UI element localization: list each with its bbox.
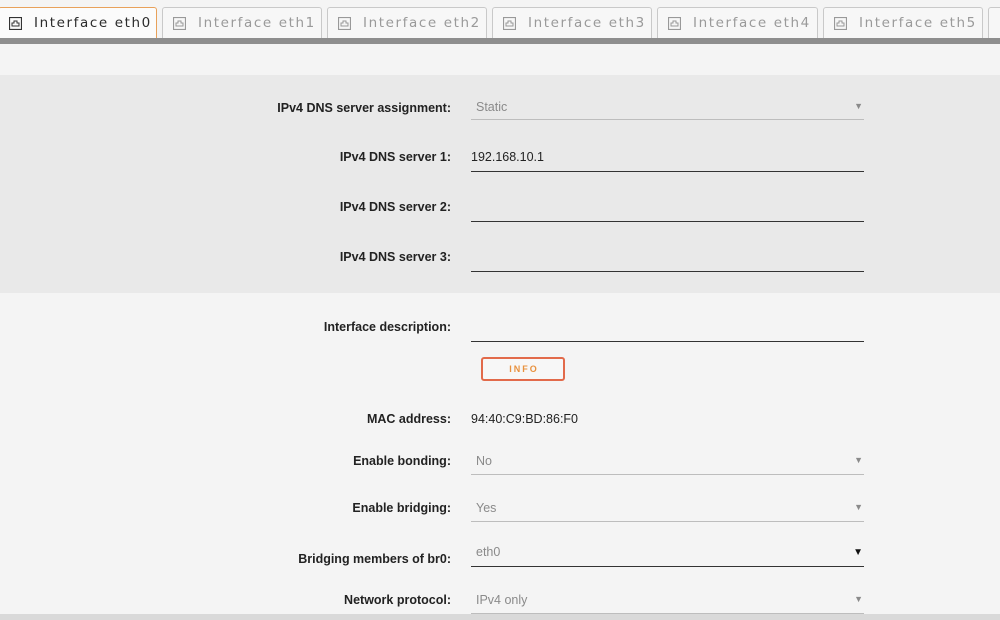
dns-assignment-label: IPv4 DNS server assignment: — [277, 101, 451, 115]
bridging-members-label: Bridging members of br0: — [298, 552, 451, 566]
ethernet-port-icon — [503, 16, 516, 30]
bridging-members-select[interactable]: eth0 ▼ — [471, 543, 864, 567]
mac-address-label: MAC address: — [366, 412, 451, 426]
tab-label: Interface eth3 — [528, 15, 646, 31]
dns-server1-label: IPv4 DNS server 1: — [339, 150, 451, 164]
enable-bridging-label: Enable bridging: — [352, 501, 451, 515]
caret-down-icon: ▼ — [854, 502, 863, 512]
caret-down-icon: ▼ — [854, 101, 863, 111]
enable-bridging-value: Yes — [476, 501, 497, 515]
caret-down-icon: ▼ — [854, 594, 863, 604]
tab-interface-eth5[interactable]: Interface eth5 — [823, 7, 983, 38]
ethernet-port-icon — [834, 16, 847, 30]
info-button[interactable]: INFO — [481, 357, 565, 381]
dns-server3-label: IPv4 DNS server 3: — [339, 250, 451, 264]
caret-down-icon: ▼ — [854, 455, 863, 465]
section-spacer — [0, 44, 1000, 75]
ethernet-port-icon — [668, 16, 681, 30]
interface-tab-bar: Interface eth0 Interface eth1 Interface … — [0, 0, 1000, 38]
caret-down-icon: ▼ — [853, 547, 863, 558]
tab-interface-eth1[interactable]: Interface eth1 — [162, 7, 322, 38]
enable-bonding-value: No — [476, 454, 492, 468]
tab-interface-eth4[interactable]: Interface eth4 — [657, 7, 818, 38]
enable-bridging-select[interactable]: Yes ▼ — [471, 498, 864, 522]
network-protocol-value: IPv4 only — [476, 593, 528, 607]
dns-assignment-select[interactable]: Static ▼ — [471, 98, 864, 120]
dns-server1-input[interactable]: 192.168.10.1 — [471, 148, 864, 172]
mac-address-value: 94:40:C9:BD:86:F0 — [471, 412, 579, 426]
tab-overflow[interactable] — [988, 7, 1000, 38]
tab-interface-eth2[interactable]: Interface eth2 — [327, 7, 487, 38]
network-protocol-label: Network protocol: — [344, 593, 451, 607]
ethernet-port-icon — [173, 16, 186, 30]
dns-server1-value: 192.168.10.1 — [471, 150, 544, 164]
tab-label: Interface eth5 — [859, 15, 977, 31]
ethernet-port-icon — [9, 16, 22, 30]
dns-assignment-value: Static — [476, 100, 508, 114]
scroll-edge — [0, 614, 1000, 620]
tab-label: Interface eth1 — [198, 15, 316, 31]
interface-description-label: Interface description: — [323, 320, 451, 334]
interface-description-input[interactable] — [471, 318, 864, 342]
bridging-members-value: eth0 — [476, 545, 501, 559]
tab-interface-eth3[interactable]: Interface eth3 — [492, 7, 652, 38]
dns-server2-input[interactable] — [471, 198, 864, 222]
dns-server3-input[interactable] — [471, 248, 864, 272]
tab-label: Interface eth2 — [363, 15, 481, 31]
network-protocol-select[interactable]: IPv4 only ▼ — [471, 590, 864, 614]
tab-interface-eth0[interactable]: Interface eth0 — [0, 7, 157, 38]
enable-bonding-label: Enable bonding: — [353, 454, 451, 468]
dns-server2-label: IPv4 DNS server 2: — [339, 200, 451, 214]
ethernet-port-icon — [338, 16, 351, 30]
enable-bonding-select[interactable]: No ▼ — [471, 451, 864, 475]
tab-label: Interface eth4 — [693, 15, 811, 31]
tab-label: Interface eth0 — [34, 15, 152, 31]
